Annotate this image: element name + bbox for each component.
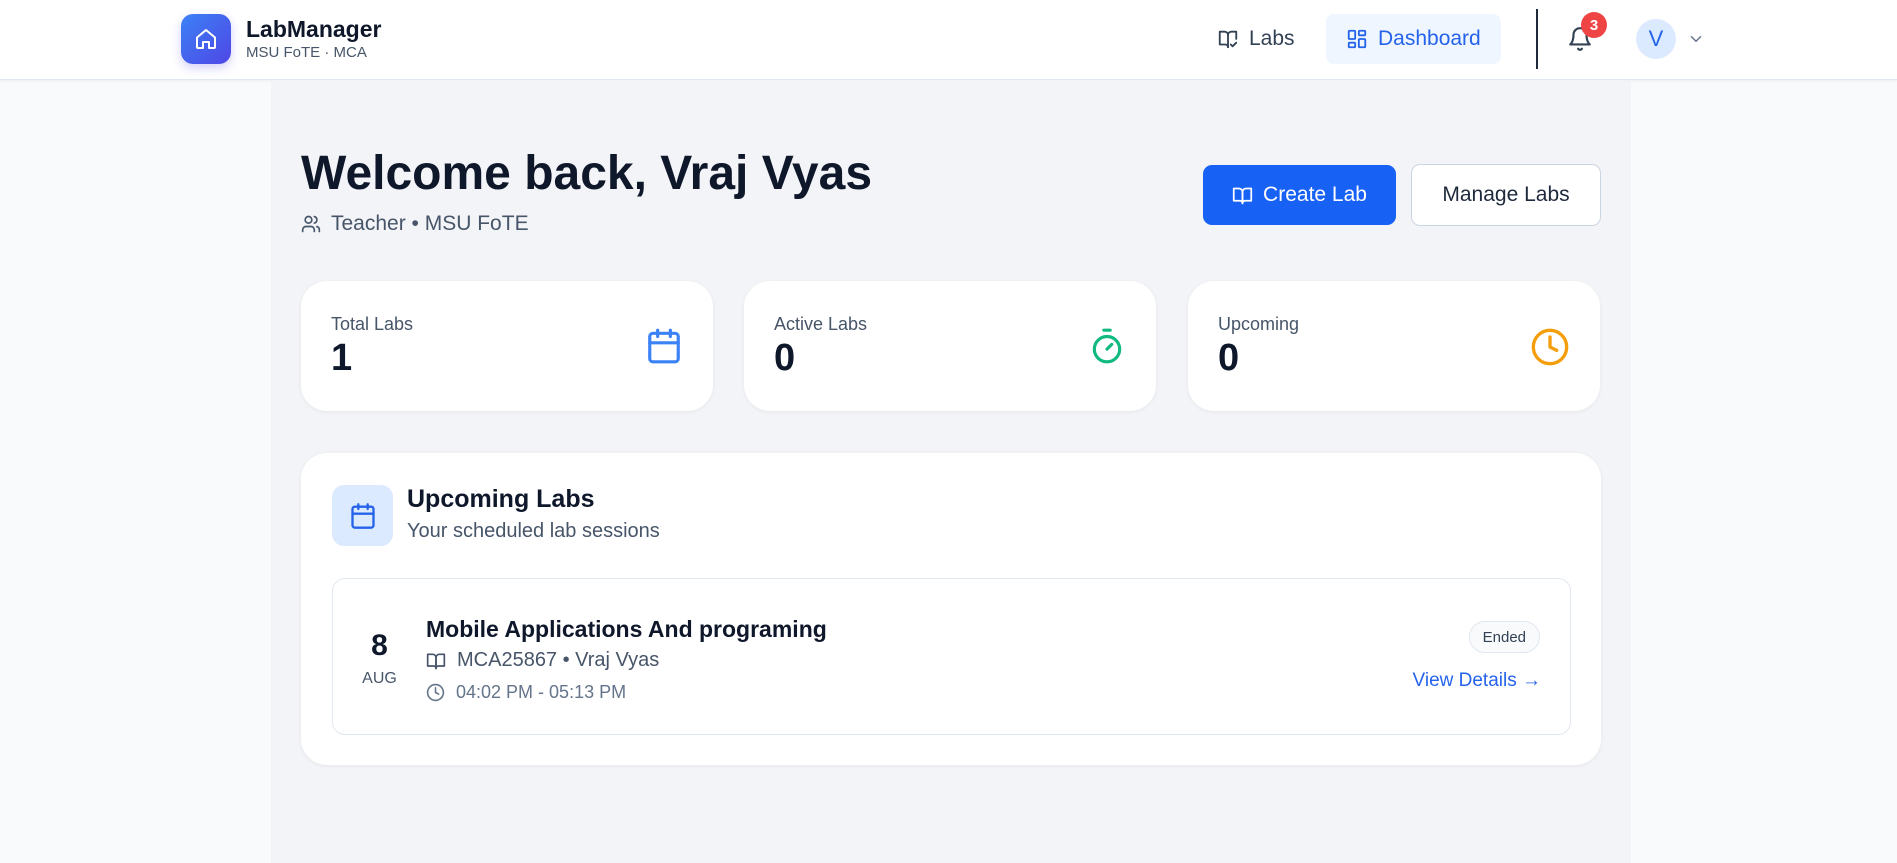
nav-labs[interactable]: Labs bbox=[1197, 14, 1315, 64]
book-open-icon bbox=[1232, 187, 1253, 204]
lab-meta-text: MCA25867 • Vraj Vyas bbox=[457, 649, 660, 671]
nav-dashboard[interactable]: Dashboard bbox=[1326, 14, 1501, 64]
stat-label: Total Labs bbox=[331, 314, 414, 334]
role-text: Teacher • MSU FoTE bbox=[331, 212, 529, 235]
page-title: Welcome back, Vraj Vyas bbox=[301, 147, 873, 200]
brand-subtitle: MSU FoTE · MCA bbox=[246, 44, 367, 61]
book-open-icon bbox=[426, 653, 446, 669]
nav-dashboard-label: Dashboard bbox=[1378, 27, 1481, 50]
lab-date-day: 8 bbox=[371, 629, 388, 662]
top-navbar: LabManager MSU FoTE · MCA Labs Dashboard… bbox=[0, 0, 1897, 80]
panel-subtitle: Your scheduled lab sessions bbox=[407, 520, 660, 542]
stat-card-upcoming: Upcoming 0 bbox=[1188, 281, 1600, 411]
stat-value: 0 bbox=[1218, 337, 1240, 379]
clock-icon bbox=[426, 683, 445, 702]
stat-card-active-labs: Active Labs 0 bbox=[744, 281, 1156, 411]
role-line: Teacher • MSU FoTE bbox=[301, 212, 529, 236]
status-badge: Ended bbox=[1468, 621, 1540, 653]
nav-labs-label: Labs bbox=[1249, 27, 1295, 50]
stat-value: 0 bbox=[774, 337, 796, 379]
list-item[interactable]: 8 AUG Mobile Applications And programing… bbox=[332, 578, 1571, 735]
stat-card-total-labs: Total Labs 1 bbox=[301, 281, 713, 411]
panel-title: Upcoming Labs bbox=[407, 485, 595, 513]
calendar-icon bbox=[332, 485, 393, 546]
layout-dashboard-icon bbox=[1347, 29, 1367, 49]
users-icon bbox=[301, 215, 321, 233]
stat-label: Upcoming bbox=[1218, 314, 1300, 334]
home-icon[interactable] bbox=[181, 14, 231, 64]
manage-labs-label: Manage Labs bbox=[1442, 183, 1570, 206]
lab-time-text: 04:02 PM - 05:13 PM bbox=[456, 682, 627, 702]
calendar-icon bbox=[648, 328, 680, 364]
avatar[interactable]: V bbox=[1636, 19, 1676, 59]
notification-badge: 3 bbox=[1581, 12, 1607, 38]
lab-title: Mobile Applications And programing bbox=[426, 616, 827, 642]
lab-meta: MCA25867 • Vraj Vyas bbox=[426, 649, 659, 672]
view-details-link[interactable]: View Details → bbox=[1413, 670, 1541, 692]
lab-date-month: AUG bbox=[362, 670, 397, 687]
clock-icon bbox=[1531, 328, 1569, 366]
chevron-down-icon[interactable] bbox=[1687, 30, 1705, 48]
book-open-check-icon bbox=[1218, 30, 1238, 49]
brand-name: LabManager bbox=[246, 16, 382, 42]
create-lab-label: Create Lab bbox=[1263, 183, 1367, 206]
create-lab-button[interactable]: Create Lab bbox=[1203, 165, 1396, 225]
timer-icon bbox=[1092, 328, 1122, 364]
upcoming-labs-panel: Upcoming Labs Your scheduled lab session… bbox=[301, 453, 1601, 765]
header-divider bbox=[1536, 9, 1538, 69]
stat-value: 1 bbox=[331, 337, 353, 379]
brand[interactable]: LabManager MSU FoTE · MCA bbox=[181, 14, 381, 64]
stat-label: Active Labs bbox=[774, 314, 868, 334]
lab-time: 04:02 PM - 05:13 PM bbox=[426, 682, 626, 703]
manage-labs-button[interactable]: Manage Labs bbox=[1411, 164, 1601, 226]
